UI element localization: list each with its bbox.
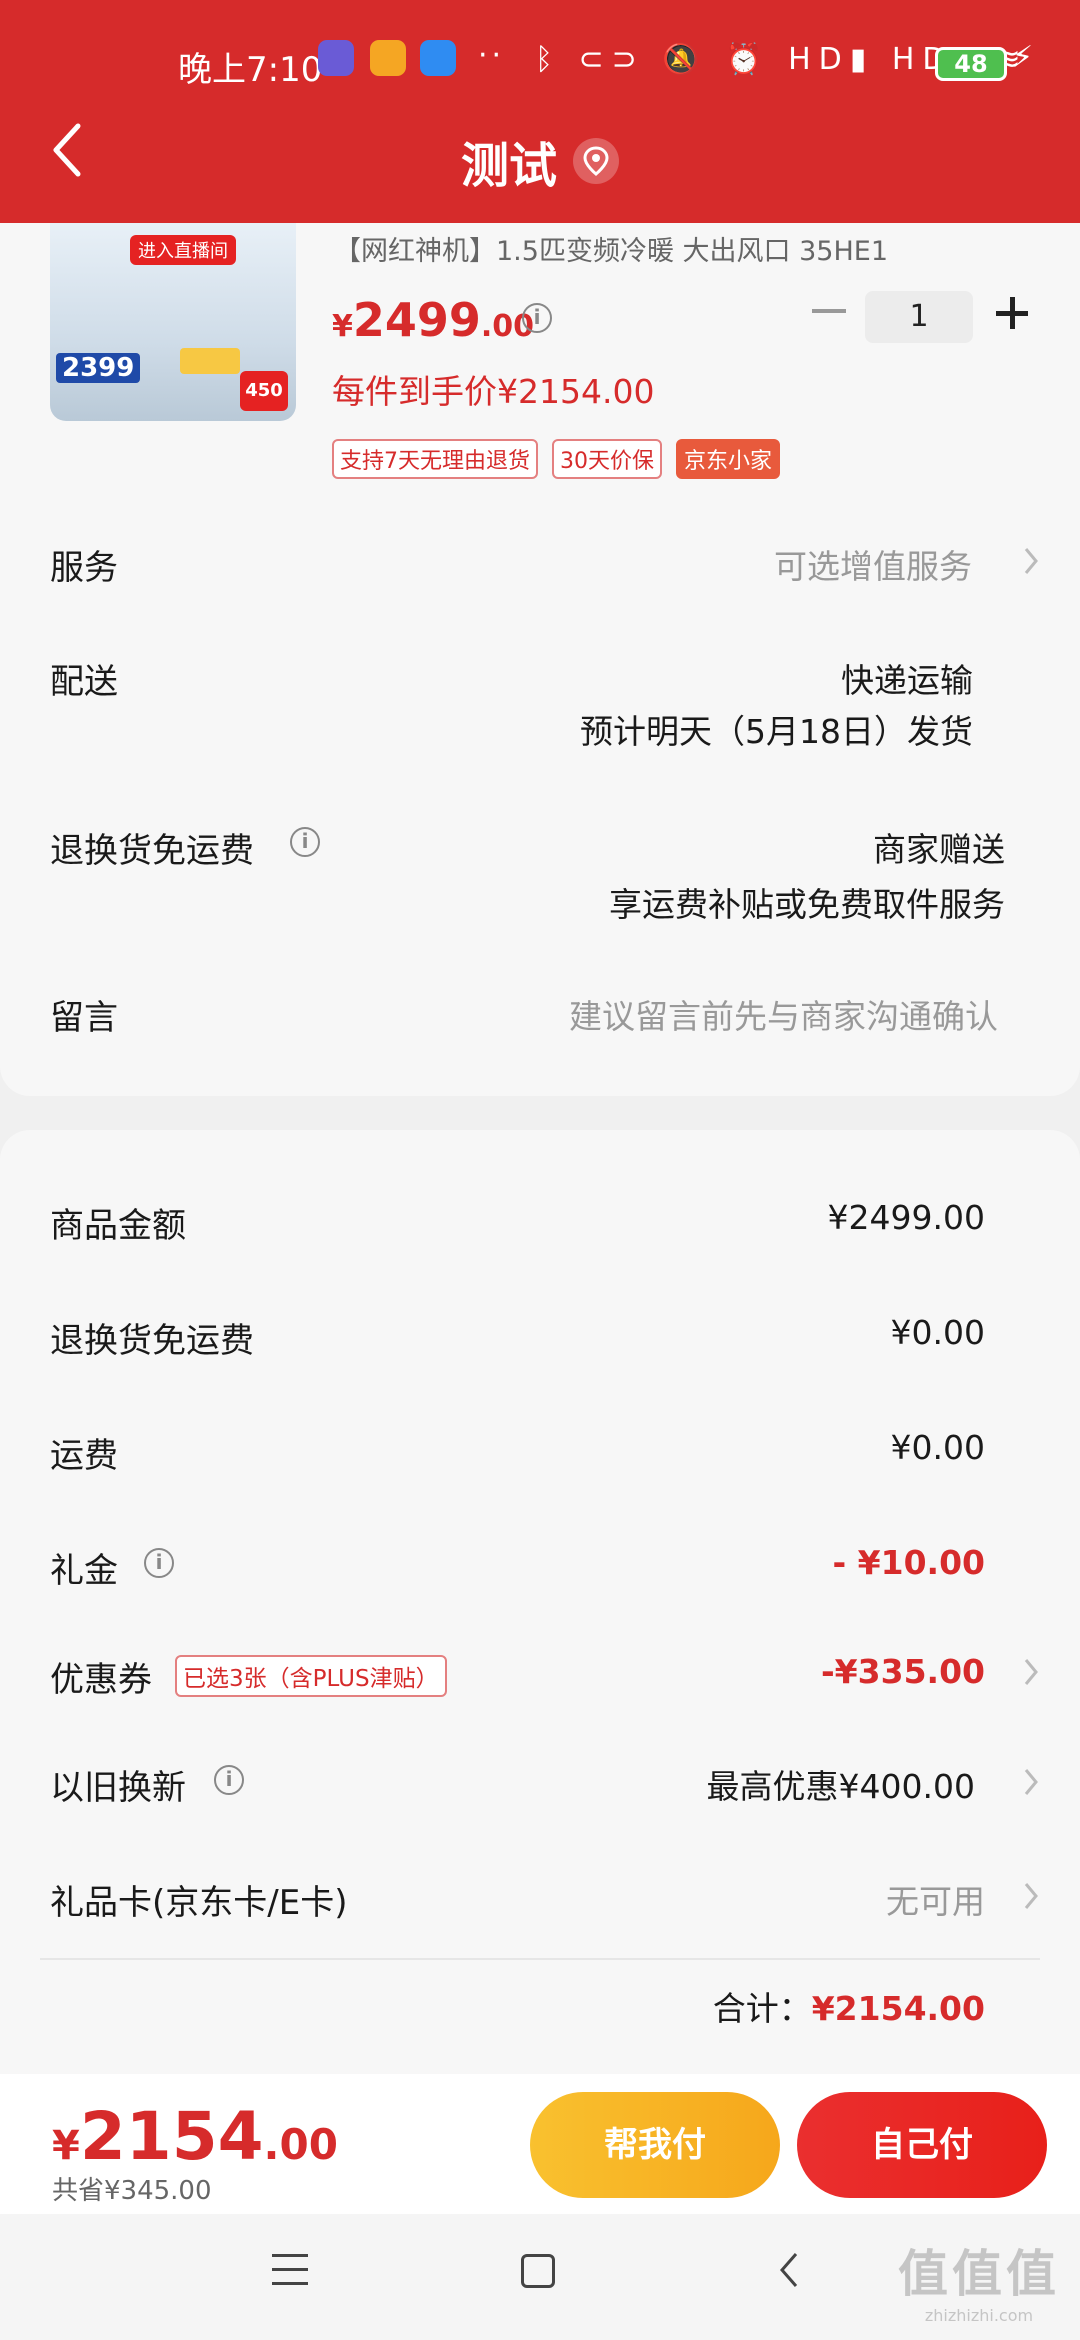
return-fee-label: 退换货免运费 [50,1321,254,1361]
return-fee-value: ¥0.00 [890,1313,985,1352]
title-text: 测试 [460,138,557,194]
pay-myself-button[interactable]: 自己付 [797,2092,1047,2198]
payment-bar: ¥2154.00 共省¥345.00 帮我付 自己付 [0,2074,1080,2214]
pay-integer: 2154 [79,2098,264,2175]
recent-apps-icon[interactable] [272,2254,308,2288]
status-dots: ·· [478,38,506,73]
coupon-value: -¥335.00 [820,1652,985,1691]
watermark-url: zhizhizhi.com [924,2306,1034,2325]
pay-amount: ¥2154.00 [52,2098,338,2175]
order-details-card: 进入直播间 2399 450 【网红神机】1.5匹变频冷暖 大出风口 35HE1… [0,223,1080,1096]
badge-price-protect: 30天价保 [552,439,662,479]
product-title[interactable]: 【网红神机】1.5匹变频冷暖 大出风口 35HE1 [334,229,888,268]
delivery-date: 预计明天（5月18日）发货 [580,712,973,751]
chevron-right-icon [1022,545,1040,577]
goods-amount-label: 商品金额 [50,1206,186,1246]
shipping-value: ¥0.00 [890,1428,985,1467]
thumb-price-tag: 2399 [56,353,141,383]
trade-in-info-icon[interactable]: i [214,1765,244,1795]
increase-quantity-button[interactable] [996,293,1036,333]
divider [40,1958,1040,1960]
chevron-right-icon [1022,1766,1040,1798]
saved-amount: 共省¥345.00 [52,2176,212,2206]
pay-decimal: .00 [263,2120,338,2169]
goods-amount-value: ¥2499.00 [827,1198,985,1237]
charging-icon: ⚡ [1012,40,1034,75]
app-notification-icon [420,40,456,76]
return-freight-label: 退换货免运费 [50,831,254,871]
product-price: ¥2499.00 [332,293,534,347]
home-icon[interactable] [521,2254,555,2288]
badge-return: 支持7天无理由退货 [332,439,538,479]
total-value: ¥2154.00 [811,1989,985,2028]
coupon-selected-badge: 已选3张（含PLUS津贴） [175,1655,447,1697]
total-label: 合计： [712,1989,812,2028]
thumb-live-tag: 进入直播间 [130,235,236,265]
system-back-icon[interactable] [778,2250,800,2290]
product-image[interactable]: 进入直播间 2399 450 [50,223,296,421]
gift-money-label: 礼金 [50,1551,118,1591]
service-value: 可选增值服务 [774,547,972,586]
message-label: 留言 [50,998,118,1038]
badge-jd-home: 京东小家 [676,439,781,479]
system-nav-bar: 值值值 zhizhizhi.com [0,2214,1080,2340]
price-integer: 2499 [352,293,481,347]
service-badges: 支持7天无理由退货 30天价保 京东小家 [332,439,781,479]
service-label: 服务 [50,548,118,588]
price-symbol: ¥ [332,309,353,344]
price-summary-card: 商品金额 ¥2499.00 退换货免运费 ¥0.00 运费 ¥0.00 礼金 i… [0,1130,1080,2090]
return-info-icon[interactable]: i [290,827,320,857]
quantity-input[interactable]: 1 [865,291,973,343]
coupon-label: 优惠券 [50,1660,152,1700]
gift-card-value: 无可用 [886,1882,985,1921]
watermark: 值值值 zhizhizhi.com [898,2234,1060,2325]
thumb-badge: 450 [240,371,288,411]
unit-final-price: 每件到手价¥2154.00 [332,372,655,411]
watermark-logo: 值值值 [898,2245,1060,2303]
header: 晚上7:10 ·· ᛒ ⊂⊃ 🔕 ⏰ HD▮ HD▮ ≋ 48 ⚡ 测试 [0,0,1080,223]
return-freight-desc: 享运费补贴或免费取件服务 [609,885,1005,924]
return-freight-giver: 商家赠送 [873,830,1005,869]
thumb-decor [180,348,240,374]
help-me-pay-button[interactable]: 帮我付 [530,2092,780,2198]
total-row: 合计：¥2154.00 [713,1982,985,2030]
message-input[interactable]: 建议留言前先与商家沟通确认 [569,990,998,1038]
chevron-right-icon [1022,1656,1040,1688]
delivery-method: 快递运输 [841,661,973,700]
status-bar: 晚上7:10 ·· ᛒ ⊂⊃ 🔕 ⏰ HD▮ HD▮ ≋ 48 ⚡ [0,28,1080,98]
gift-card-label: 礼品卡(京东卡/E卡) [50,1883,348,1923]
app-notification-icon [370,40,406,76]
pay-symbol: ¥ [52,2123,80,2169]
trade-in-value: 最高优惠¥400.00 [706,1767,975,1806]
battery-icon: 48 [935,47,1007,81]
location-pin-icon[interactable] [573,138,619,184]
decrease-quantity-button[interactable] [812,309,846,313]
app-notification-icon [318,40,354,76]
shipping-label: 运费 [50,1436,118,1476]
page-title: 测试 [0,126,1080,196]
price-info-icon[interactable]: i [522,303,552,333]
chevron-right-icon [1022,1880,1040,1912]
trade-in-label: 以旧换新 [50,1768,186,1808]
gift-money-info-icon[interactable]: i [144,1548,174,1578]
status-time: 晚上7:10 [178,50,323,90]
gift-money-value: - ¥10.00 [832,1543,985,1582]
delivery-label: 配送 [50,662,118,702]
